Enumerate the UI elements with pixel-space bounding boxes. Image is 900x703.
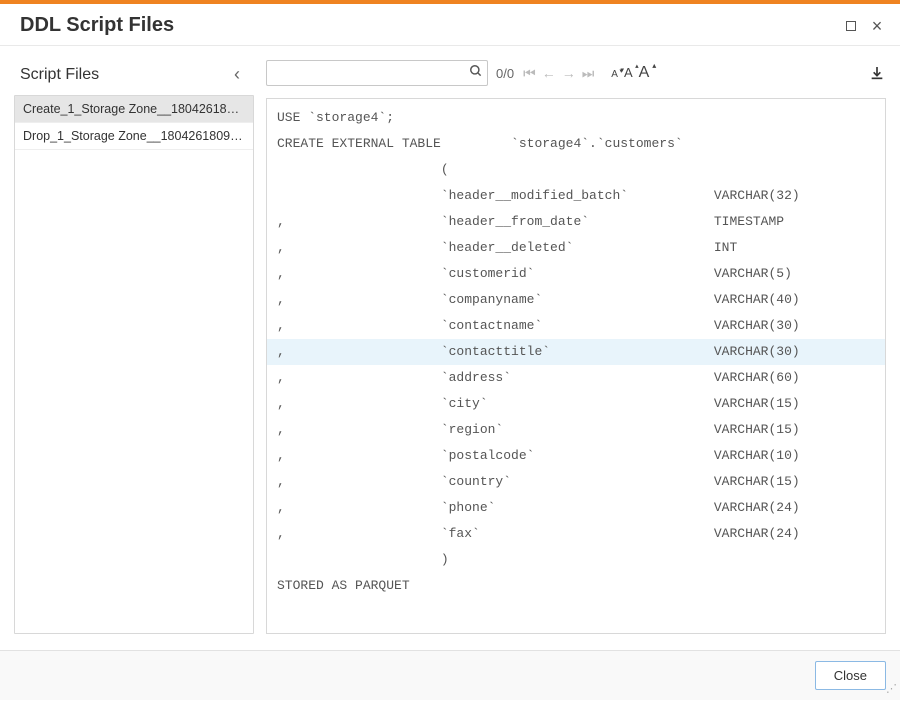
resize-grip-icon[interactable]: ⋰ <box>886 686 898 698</box>
search-wrap <box>266 60 488 86</box>
file-list: Create_1_Storage Zone__18042618093...Dro… <box>14 95 254 634</box>
last-match-icon[interactable]: ⏭ <box>581 65 596 82</box>
collapse-icon[interactable]: ‹ <box>230 64 244 85</box>
search-nav: ⏮ ← → ⏭ <box>522 65 595 82</box>
close-icon[interactable]: × <box>868 17 886 35</box>
code-line: CREATE EXTERNAL TABLE `storage4`.`custom… <box>267 131 886 157</box>
footer: Close ⋰ <box>0 650 900 700</box>
code-line: , `country` VARCHAR(15) <box>267 469 886 495</box>
font-increase-icon[interactable]: A▴ <box>639 64 650 82</box>
file-item[interactable]: Drop_1_Storage Zone__180426180906... <box>15 123 253 150</box>
window-title: DDL Script Files <box>20 14 842 37</box>
font-decrease-icon[interactable]: A▾ <box>611 69 618 80</box>
code-line: ( <box>267 157 886 183</box>
sidebar-title: Script Files <box>20 66 99 84</box>
search-icon[interactable] <box>469 64 483 81</box>
code-line: STORED AS PARQUET <box>267 573 886 599</box>
next-match-icon[interactable]: → <box>561 65 577 82</box>
maximize-icon[interactable] <box>842 17 860 35</box>
code-line: , `customerid` VARCHAR(5) <box>267 261 886 287</box>
search-counter: 0/0 <box>496 66 514 81</box>
code-line: , `address` VARCHAR(60) <box>267 365 886 391</box>
code-line: ) <box>267 547 886 573</box>
code-viewer[interactable]: USE `storage4`;CREATE EXTERNAL TABLE `st… <box>266 98 886 634</box>
first-match-icon[interactable]: ⏮ <box>522 65 537 82</box>
toolbar: 0/0 ⏮ ← → ⏭ A▾ A▴ A▴ <box>266 58 886 88</box>
code-line: , `fax` VARCHAR(24) <box>267 521 886 547</box>
code-line: , `contacttitle` VARCHAR(30) <box>267 339 886 365</box>
code-line: , `city` VARCHAR(15) <box>267 391 886 417</box>
content-pane: 0/0 ⏮ ← → ⏭ A▾ A▴ A▴ USE `storage4`;CREA… <box>254 46 900 650</box>
sidebar: Script Files ‹ Create_1_Storage Zone__18… <box>0 46 254 650</box>
sidebar-header: Script Files ‹ <box>14 58 254 95</box>
close-button[interactable]: Close <box>815 661 886 690</box>
font-size-controls: A▾ A▴ A▴ <box>611 64 649 82</box>
download-icon[interactable] <box>868 64 886 82</box>
search-input[interactable] <box>266 60 488 86</box>
code-line: , `companyname` VARCHAR(40) <box>267 287 886 313</box>
code-line: , `header__deleted` INT <box>267 235 886 261</box>
font-reset-icon[interactable]: A▴ <box>624 65 633 80</box>
code-line: , `region` VARCHAR(15) <box>267 417 886 443</box>
code-line: `header__modified_batch` VARCHAR(32) <box>267 183 886 209</box>
code-line: USE `storage4`; <box>267 105 886 131</box>
main-area: Script Files ‹ Create_1_Storage Zone__18… <box>0 46 900 650</box>
code-line: , `header__from_date` TIMESTAMP <box>267 209 886 235</box>
prev-match-icon[interactable]: ← <box>541 65 557 82</box>
code-line: , `contactname` VARCHAR(30) <box>267 313 886 339</box>
file-item[interactable]: Create_1_Storage Zone__18042618093... <box>15 96 253 123</box>
window-controls: × <box>842 17 886 35</box>
title-bar: DDL Script Files × <box>0 4 900 46</box>
code-line: , `phone` VARCHAR(24) <box>267 495 886 521</box>
code-line: , `postalcode` VARCHAR(10) <box>267 443 886 469</box>
